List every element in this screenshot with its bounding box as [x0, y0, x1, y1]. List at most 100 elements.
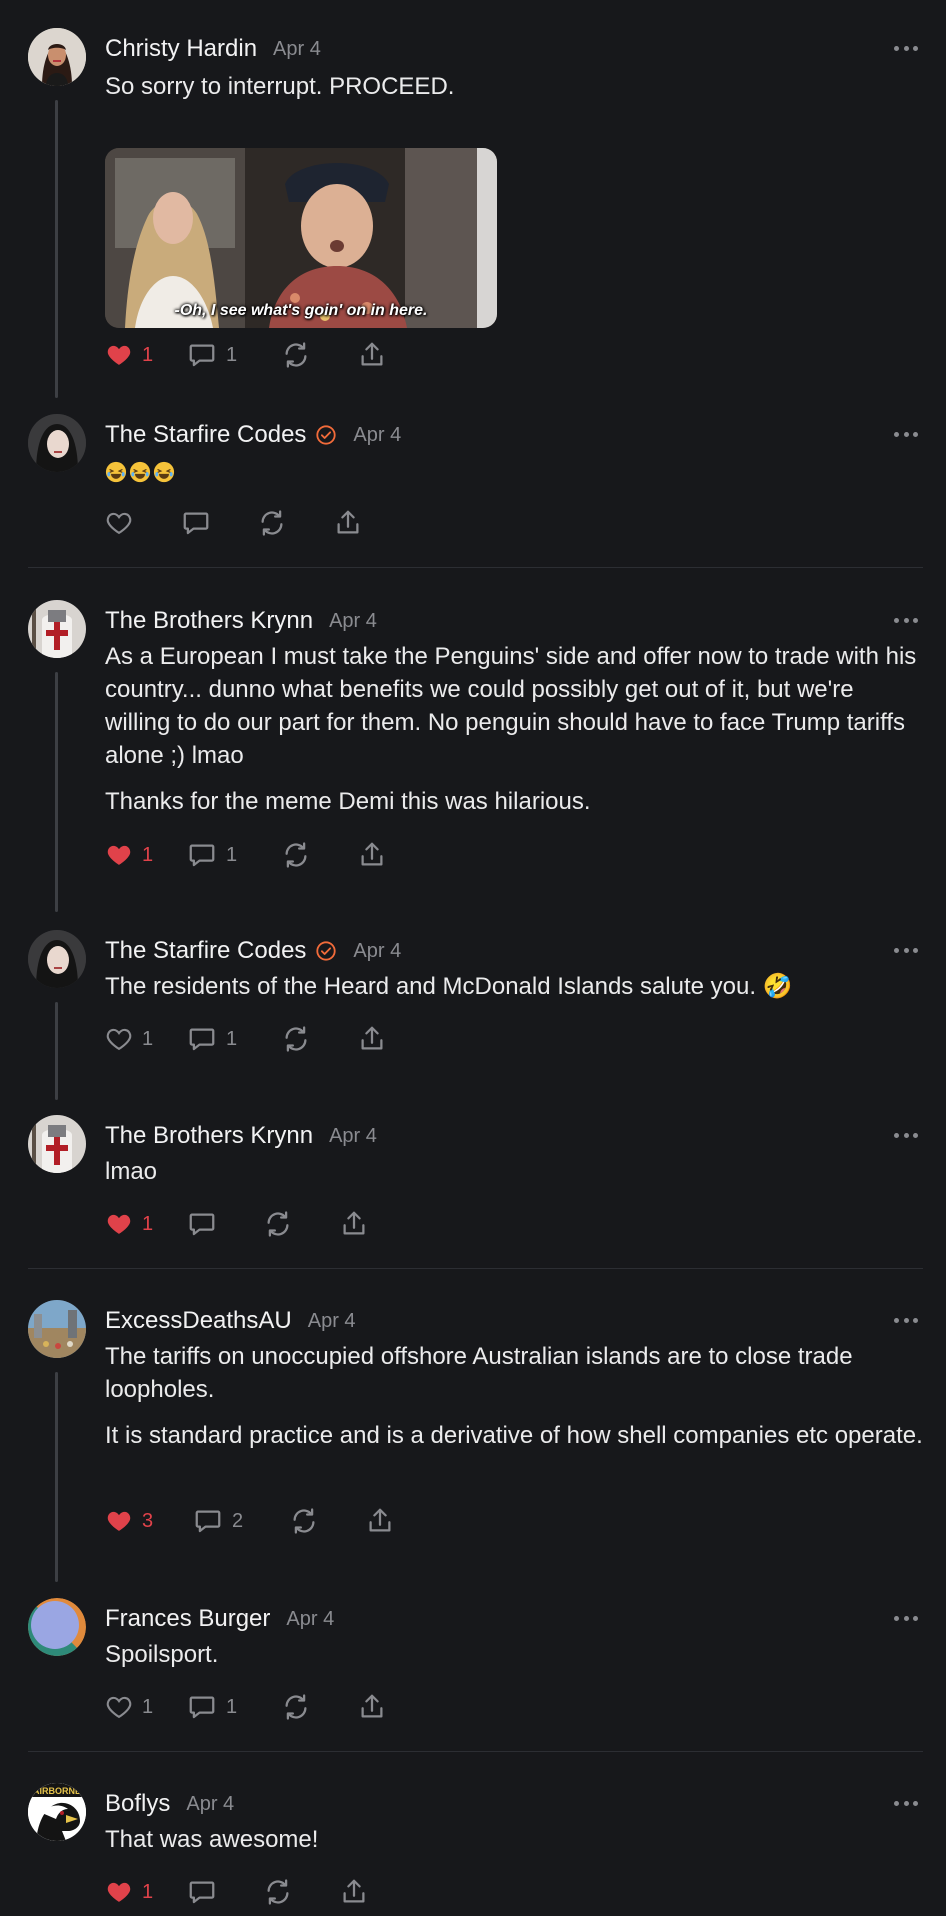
verified-badge-icon [315, 940, 337, 962]
gif-image[interactable]: -Oh, I see what's goin' on in here. [105, 148, 497, 328]
thread-divider [28, 1268, 923, 1269]
like-count: 1 [142, 843, 154, 866]
comment-button[interactable]: 1 [187, 338, 281, 372]
heart-icon [105, 1878, 133, 1906]
post-date[interactable]: Apr 4 [286, 1608, 334, 1631]
comment-body: So sorry to interrupt. PROCEED. [105, 70, 925, 116]
like-button[interactable] [105, 506, 181, 540]
restack-icon [289, 1506, 319, 1536]
post-date[interactable]: Apr 4 [353, 424, 401, 447]
restack-button[interactable] [281, 838, 357, 872]
author-name[interactable]: The Starfire Codes [105, 937, 306, 965]
thread-line [55, 672, 58, 912]
like-button[interactable]: 1 [105, 1207, 187, 1241]
comment-brothers-krynn: The Brothers Krynn Apr 4 lmao 1 [0, 1115, 946, 1255]
action-bar [105, 506, 363, 540]
restack-button[interactable] [263, 1875, 339, 1909]
author-name[interactable]: The Starfire Codes [105, 421, 306, 449]
comment-body: lmao [105, 1155, 925, 1201]
share-button[interactable] [339, 1875, 369, 1909]
comment-count: 1 [226, 1027, 238, 1050]
restack-button[interactable] [281, 1690, 357, 1724]
more-options-icon[interactable] [894, 1793, 918, 1813]
thread-divider [28, 567, 923, 568]
avatar[interactable] [28, 1300, 86, 1358]
avatar[interactable] [28, 414, 86, 472]
heart-icon [105, 1025, 133, 1053]
restack-icon [281, 840, 311, 870]
comment-text: So sorry to interrupt. PROCEED. [105, 73, 455, 100]
like-button[interactable]: 1 [105, 338, 187, 372]
comment-frances-burger: Frances Burger Apr 4 Spoilsport. 1 1 [0, 1598, 946, 1738]
restack-button[interactable] [289, 1504, 365, 1538]
author-name[interactable]: Frances Burger [105, 1605, 270, 1633]
share-button[interactable] [339, 1207, 369, 1241]
comment-text: That was awesome! [105, 1826, 319, 1853]
comment-button[interactable]: 1 [187, 1022, 281, 1056]
share-button[interactable] [357, 838, 387, 872]
more-options-icon[interactable] [894, 940, 918, 960]
more-options-icon[interactable] [894, 1125, 918, 1145]
share-button[interactable] [357, 1022, 387, 1056]
avatar[interactable]: AIRBORNE [28, 1783, 86, 1841]
comment-text: Spoilsport. [105, 1641, 219, 1668]
avatar[interactable] [28, 28, 86, 86]
post-date[interactable]: Apr 4 [329, 610, 377, 633]
post-date[interactable]: Apr 4 [353, 940, 401, 963]
more-options-icon[interactable] [894, 1608, 918, 1628]
author-name[interactable]: The Brothers Krynn [105, 607, 313, 635]
share-button[interactable] [357, 1690, 387, 1724]
like-button[interactable]: 1 [105, 1022, 187, 1056]
like-button[interactable]: 1 [105, 1690, 187, 1724]
avatar[interactable] [28, 1598, 86, 1656]
restack-button[interactable] [263, 1207, 339, 1241]
comment-button[interactable] [187, 1207, 263, 1241]
share-button[interactable] [333, 506, 363, 540]
author-name[interactable]: The Brothers Krynn [105, 1122, 313, 1150]
action-bar: 1 1 [105, 838, 387, 872]
restack-icon [281, 340, 311, 370]
comment-button[interactable] [181, 506, 257, 540]
post-date[interactable]: Apr 4 [329, 1125, 377, 1148]
avatar[interactable] [28, 600, 86, 658]
comment-button[interactable]: 1 [187, 838, 281, 872]
avatar-text: AIRBORNE [33, 1786, 81, 1796]
action-bar: 1 1 [105, 1022, 387, 1056]
comment-icon [181, 508, 211, 538]
comment-body: As a European I must take the Penguins' … [105, 640, 925, 831]
post-date[interactable]: Apr 4 [273, 38, 321, 61]
restack-button[interactable] [281, 1022, 357, 1056]
share-icon [339, 1877, 369, 1907]
share-button[interactable] [365, 1504, 395, 1538]
like-count: 1 [142, 1880, 154, 1903]
like-button[interactable]: 1 [105, 1875, 187, 1909]
comment-body: That was awesome! [105, 1823, 925, 1869]
comment-text: As a European I must take the Penguins' … [105, 643, 917, 769]
heart-icon [105, 509, 133, 537]
comment-text: The residents of the Heard and McDonald … [105, 973, 793, 1000]
more-options-icon[interactable] [894, 1310, 918, 1330]
restack-button[interactable] [257, 506, 333, 540]
comment-text: Thanks for the meme Demi this was hilari… [105, 788, 591, 815]
thread-line [55, 1002, 58, 1100]
post-date[interactable]: Apr 4 [308, 1310, 356, 1333]
gif-caption: -Oh, I see what's goin' on in here. [174, 302, 428, 319]
like-button[interactable]: 3 [105, 1504, 193, 1538]
more-options-icon[interactable] [894, 610, 918, 630]
author-name[interactable]: Boflys [105, 1790, 170, 1818]
more-options-icon[interactable] [894, 38, 918, 58]
comment-button[interactable]: 2 [193, 1504, 289, 1538]
comment-button[interactable] [187, 1875, 263, 1909]
avatar[interactable] [28, 930, 86, 988]
comment-body: Spoilsport. [105, 1638, 925, 1684]
author-name[interactable]: ExcessDeathsAU [105, 1307, 292, 1335]
author-name[interactable]: Christy Hardin [105, 35, 257, 63]
avatar[interactable] [28, 1115, 86, 1173]
more-options-icon[interactable] [894, 424, 918, 444]
post-date[interactable]: Apr 4 [186, 1793, 234, 1816]
comment-button[interactable]: 1 [187, 1690, 281, 1724]
like-button[interactable]: 1 [105, 838, 187, 872]
share-button[interactable] [357, 338, 387, 372]
restack-button[interactable] [281, 338, 357, 372]
comment-count: 1 [226, 1695, 238, 1718]
